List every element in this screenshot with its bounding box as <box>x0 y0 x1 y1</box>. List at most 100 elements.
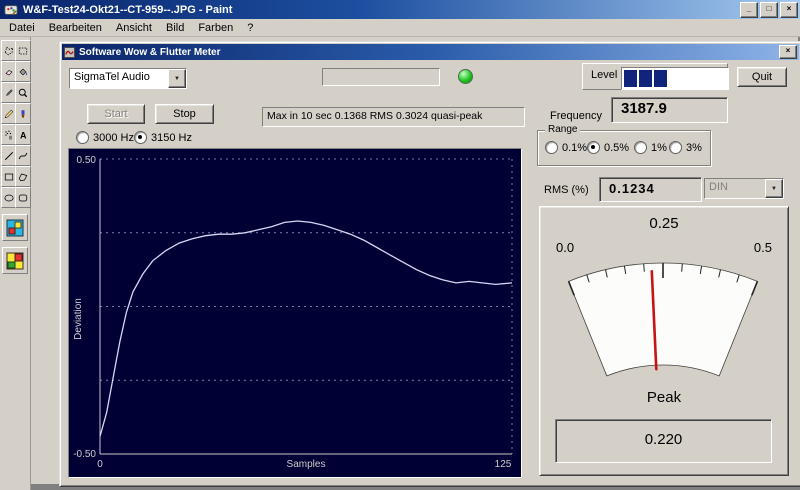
y-axis-label: Deviation <box>73 298 84 340</box>
quit-button[interactable]: Quit <box>737 67 787 87</box>
rounded-rectangle-icon <box>18 194 28 201</box>
tool-polygon[interactable] <box>15 166 31 187</box>
radio-button-icon <box>134 131 147 144</box>
meter-scale-right: 0.5 <box>753 240 772 255</box>
frequency-label: Frequency <box>550 110 602 122</box>
wf-meter-close-button[interactable]: × <box>779 45 797 59</box>
chevron-down-icon: ▼ <box>765 179 783 198</box>
svg-text:A: A <box>20 130 27 140</box>
menu-ansicht[interactable]: Ansicht <box>109 21 159 35</box>
radio-3150hz[interactable]: 3150 Hz <box>134 131 192 144</box>
maximize-button[interactable]: □ <box>760 1 778 18</box>
tool-curve[interactable] <box>15 145 31 166</box>
paint-app-icon <box>4 3 18 17</box>
menu-bearbeiten[interactable]: Bearbeiten <box>42 21 109 35</box>
colors-icon-1 <box>6 219 24 236</box>
deviation-curve <box>99 220 513 437</box>
paint-canvas[interactable]: Software Wow & Flutter Meter × SigmaTel … <box>31 37 800 490</box>
line-icon <box>4 151 14 160</box>
rms-label: RMS (%) <box>544 184 589 196</box>
radio-button-icon <box>634 141 647 154</box>
tool-select[interactable] <box>15 40 31 61</box>
radio-range-1[interactable]: 1% <box>634 141 667 154</box>
paint-toolbox: A <box>0 37 31 490</box>
status-message: Max in 10 sec 0.1368 RMS 0.3024 quasi-pe… <box>262 107 525 127</box>
xtick-left: 0 <box>97 459 103 470</box>
status-led-icon <box>458 69 473 84</box>
wf-meter-app-icon <box>64 46 75 58</box>
x-axis-label: Samples <box>287 459 326 470</box>
peak-value: 0.220 <box>555 419 772 463</box>
ytick-bottom: -0.50 <box>73 449 96 460</box>
paint-window-title: W&F-Test24-Okt21--CT-959--.JPG - Paint <box>23 3 233 16</box>
range-group: Range 0.1% 0.5% 1% 3% <box>537 124 711 166</box>
colors-icon-2 <box>6 252 24 269</box>
level-meter <box>621 67 729 90</box>
level-panel: Level <box>582 63 729 90</box>
frequency-value: 3187.9 <box>611 97 728 123</box>
curve-icon <box>18 152 28 159</box>
radio-range-0-1[interactable]: 0.1% <box>545 141 587 154</box>
radio-button-icon <box>76 131 89 144</box>
select-icon <box>18 47 28 54</box>
radio-button-icon <box>587 141 600 154</box>
eraser-icon <box>5 69 13 75</box>
ellipse-icon <box>4 194 14 201</box>
close-button[interactable]: × <box>780 1 798 18</box>
radio-range-0-1-label: 0.1% <box>562 141 588 154</box>
stop-button[interactable]: Stop <box>155 104 214 124</box>
menu-farben[interactable]: Farben <box>191 21 240 35</box>
peak-label: Peak <box>646 389 682 406</box>
tool-rounded-rectangle[interactable] <box>15 187 31 208</box>
display-field <box>322 68 440 86</box>
free-form-select-icon <box>4 46 14 55</box>
canvas-image: Software Wow & Flutter Meter × SigmaTel … <box>31 37 800 487</box>
peak-meter-panel: 0.25 0.0 0.5 Peak 0.220 <box>539 206 789 476</box>
tool-brush[interactable] <box>15 103 31 124</box>
deviation-chart: 0.50 -0.50 0 Samples 125 Deviation <box>68 148 522 478</box>
extra-tool-2-button[interactable] <box>2 247 28 274</box>
minimize-button[interactable]: _ <box>740 1 758 18</box>
radio-3150hz-label: 3150 Hz <box>151 131 192 144</box>
radio-3000hz-label: 3000 Hz <box>93 131 134 144</box>
paint-titlebar: W&F-Test24-Okt21--CT-959--.JPG - Paint _… <box>0 0 800 19</box>
range-group-label: Range <box>545 124 581 135</box>
brush-icon <box>21 109 25 118</box>
radio-range-0-5[interactable]: 0.5% <box>587 141 629 154</box>
wf-meter-title: Software Wow & Flutter Meter <box>79 46 221 58</box>
level-label: Level <box>591 69 618 81</box>
wf-meter-titlebar: Software Wow & Flutter Meter × <box>62 44 799 60</box>
start-button[interactable]: Start <box>87 104 145 124</box>
radio-range-3[interactable]: 3% <box>669 141 702 154</box>
menu-bild[interactable]: Bild <box>159 21 191 35</box>
fill-bucket-icon <box>19 68 28 75</box>
radio-3000hz[interactable]: 3000 Hz <box>76 131 134 144</box>
audio-device-select[interactable]: SigmaTel Audio ▼ <box>69 68 187 89</box>
tool-fill[interactable] <box>15 61 31 82</box>
rectangle-icon <box>4 173 14 180</box>
radio-range-3-label: 3% <box>686 141 702 154</box>
wf-meter-body: SigmaTel Audio ▼ Level Quit Start Stop M… <box>62 60 799 478</box>
audio-device-value: SigmaTel Audio <box>74 71 150 83</box>
menu-help[interactable]: ? <box>240 21 260 35</box>
radio-button-icon <box>669 141 682 154</box>
text-icon: A <box>20 130 27 140</box>
paint-menubar: Datei Bearbeiten Ansicht Bild Farben ? <box>0 19 800 37</box>
meter-scale-center: 0.25 <box>649 215 679 232</box>
radio-button-icon <box>545 141 558 154</box>
polygon-icon <box>18 173 28 181</box>
eyedropper-icon <box>6 88 13 96</box>
tool-magnifier[interactable] <box>15 82 31 103</box>
menu-datei[interactable]: Datei <box>2 21 42 35</box>
radio-range-1-label: 1% <box>651 141 667 154</box>
radio-range-0-5-label: 0.5% <box>604 141 630 154</box>
meter-face <box>568 262 758 377</box>
tool-text[interactable]: A <box>15 124 31 145</box>
weighting-value: DIN <box>709 181 728 193</box>
xtick-right: 125 <box>495 459 512 470</box>
ytick-top: 0.50 <box>77 155 97 166</box>
airbrush-icon <box>5 130 12 139</box>
weighting-select[interactable]: DIN ▼ <box>704 178 784 199</box>
extra-tool-1-button[interactable] <box>2 214 28 241</box>
wf-meter-window: Software Wow & Flutter Meter × SigmaTel … <box>59 41 800 487</box>
